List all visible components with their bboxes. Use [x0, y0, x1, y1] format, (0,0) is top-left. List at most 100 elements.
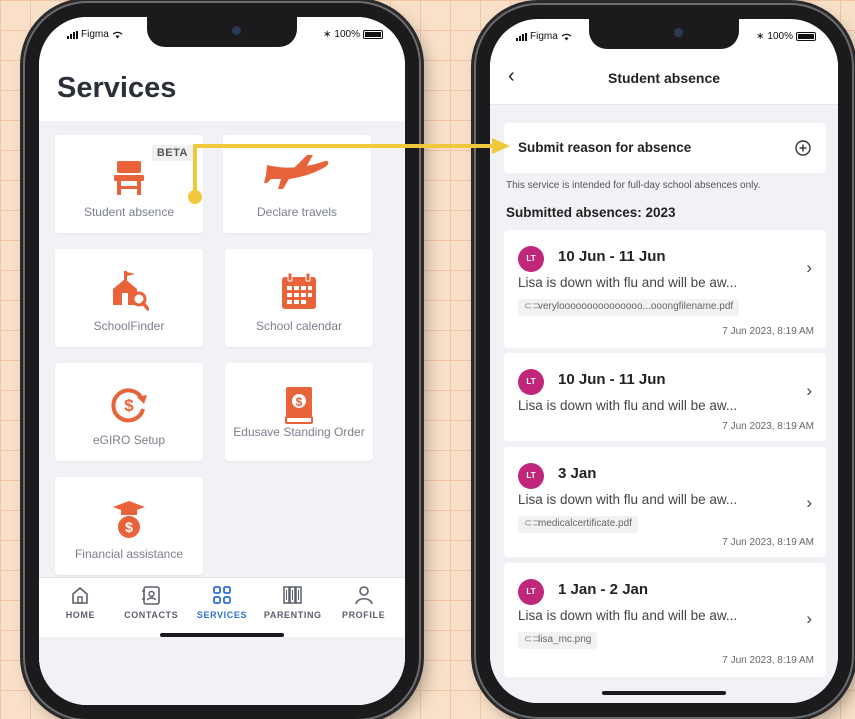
absence-card[interactable]: LT 10 Jun - 11 Jun Lisa is down with flu…: [504, 230, 826, 348]
wifi-icon: [112, 31, 123, 39]
profile-icon: [354, 586, 373, 605]
absence-timestamp: 7 Jun 2023, 8:19 AM: [722, 537, 814, 548]
absence-dates: 3 Jan: [558, 465, 597, 482]
home-icon: [72, 586, 89, 604]
absence-dates: 10 Jun - 11 Jun: [558, 371, 666, 388]
absence-description: Lisa is down with flu and will be aw...: [518, 398, 738, 413]
svg-text:$: $: [124, 396, 134, 415]
paperclip-icon: ⊂⊃: [524, 518, 541, 529]
notch: [147, 17, 297, 47]
nav-label: CONTACTS: [124, 610, 179, 620]
edusave-book-icon: $: [285, 387, 313, 424]
recurring-payment-icon: $: [111, 388, 147, 423]
airplane-icon: [264, 155, 329, 189]
battery-percent: 100%: [334, 29, 360, 40]
carrier-label: Figma: [530, 31, 558, 42]
plus-circle-icon: [795, 140, 811, 156]
nav-label: SERVICES: [196, 610, 248, 620]
nav-home[interactable]: HOME: [47, 578, 113, 637]
absence-description: Lisa is down with flu and will be aw...: [518, 275, 738, 290]
tile-student-absence[interactable]: BETA Student absence: [55, 135, 203, 233]
home-indicator: [602, 691, 726, 695]
absence-description: Lisa is down with flu and will be aw...: [518, 492, 738, 507]
svg-text:$: $: [125, 519, 133, 535]
service-note: This service is intended for full-day sc…: [506, 180, 761, 191]
home-indicator: [160, 633, 284, 637]
books-icon: [283, 586, 302, 604]
nav-label: PROFILE: [341, 610, 386, 620]
absence-description: Lisa is down with flu and will be aw...: [518, 608, 738, 623]
avatar: LT: [518, 579, 544, 605]
tile-school-calendar[interactable]: School calendar: [225, 249, 373, 347]
absence-timestamp: 7 Jun 2023, 8:19 AM: [722, 421, 814, 432]
tile-label: eGIRO Setup: [92, 433, 166, 447]
nav-label: PARENTING: [263, 610, 322, 620]
contacts-icon: [142, 586, 160, 605]
carrier-label: Figma: [81, 29, 109, 40]
tile-label: Declare travels: [256, 205, 338, 219]
signal-icon: [516, 32, 527, 41]
paperclip-icon: ⊂⊃: [524, 301, 541, 312]
tile-declare-travels[interactable]: Declare travels: [223, 135, 371, 233]
nav-services[interactable]: SERVICES: [189, 578, 255, 637]
bluetooth-icon: ∗: [756, 31, 765, 42]
bottom-nav: HOME CONTACTS SERVICES PARENTING PROFILE: [39, 577, 405, 637]
nav-parenting[interactable]: PARENTING: [260, 578, 326, 637]
nav-profile[interactable]: PROFILE: [331, 578, 397, 637]
phone-frame-student-absence: Figma ∗ 100% ‹ Student absence Submit re…: [476, 5, 852, 717]
tile-egiro-setup[interactable]: $ eGIRO Setup: [55, 363, 203, 461]
beta-badge: BETA: [151, 145, 193, 161]
absence-dates: 10 Jun - 11 Jun: [558, 248, 666, 265]
tile-label: Edusave Standing Order: [233, 425, 365, 439]
chevron-right-icon: ›: [806, 609, 812, 628]
nav-contacts[interactable]: CONTACTS: [118, 578, 184, 637]
absence-timestamp: 7 Jun 2023, 8:19 AM: [722, 655, 814, 666]
absence-card[interactable]: LT 10 Jun - 11 Jun Lisa is down with flu…: [504, 353, 826, 441]
tile-label: Financial assistance: [74, 547, 184, 561]
wifi-icon: [561, 33, 572, 41]
chevron-right-icon: ›: [806, 258, 812, 277]
paperclip-icon: ⊂⊃: [524, 634, 541, 645]
services-grid-icon: [213, 586, 231, 604]
phone-frame-services: Figma ∗ 100% Services BETA Student absen…: [25, 3, 419, 719]
submit-reason-label: Submit reason for absence: [518, 140, 692, 155]
attachment-chip[interactable]: ⊂⊃medicalcertificate.pdf: [518, 516, 638, 533]
battery-icon: [796, 32, 816, 41]
page-title: Services: [57, 72, 177, 104]
graduation-money-icon: $: [113, 501, 145, 538]
tile-label: School calendar: [255, 319, 343, 333]
calendar-icon: [282, 272, 316, 309]
tile-financial-assistance[interactable]: $ Financial assistance: [55, 477, 203, 575]
svg-text:$: $: [296, 395, 303, 409]
signal-icon: [67, 30, 78, 39]
avatar: LT: [518, 369, 544, 395]
absence-card[interactable]: LT 3 Jan Lisa is down with flu and will …: [504, 447, 826, 557]
avatar: LT: [518, 246, 544, 272]
absence-timestamp: 7 Jun 2023, 8:19 AM: [722, 326, 814, 337]
student-desk-icon: [114, 161, 144, 195]
attachment-chip[interactable]: ⊂⊃verylooooooooooooooo...ooongfilename.p…: [518, 299, 740, 316]
tile-label: SchoolFinder: [93, 319, 165, 333]
battery-icon: [363, 30, 383, 39]
avatar: LT: [518, 463, 544, 489]
tile-label: Student absence: [83, 205, 175, 219]
bluetooth-icon: ∗: [323, 29, 332, 40]
tile-edusave-standing-order[interactable]: $ Edusave Standing Order: [225, 363, 373, 461]
school-search-icon: [113, 271, 149, 311]
tile-schoolfinder[interactable]: SchoolFinder: [55, 249, 203, 347]
battery-percent: 100%: [767, 31, 793, 42]
absence-header: ‹ Student absence: [490, 53, 838, 105]
chevron-right-icon: ›: [806, 381, 812, 400]
attachment-name: verylooooooooooooooo...ooongfilename.pdf: [538, 301, 734, 312]
submitted-heading: Submitted absences: 2023: [506, 205, 676, 220]
attachment-name: lisa_mc.png: [538, 634, 592, 645]
submit-reason-button[interactable]: Submit reason for absence: [504, 123, 826, 173]
chevron-right-icon: ›: [806, 493, 812, 512]
student-absence-screen: Figma ∗ 100% ‹ Student absence Submit re…: [490, 19, 838, 703]
notch: [589, 19, 739, 49]
attachment-name: medicalcertificate.pdf: [538, 518, 632, 529]
attachment-chip[interactable]: ⊂⊃lisa_mc.png: [518, 632, 598, 649]
nav-label: HOME: [65, 610, 96, 620]
absence-card[interactable]: LT 1 Jan - 2 Jan Lisa is down with flu a…: [504, 563, 826, 677]
services-screen: Figma ∗ 100% Services BETA Student absen…: [39, 17, 405, 705]
